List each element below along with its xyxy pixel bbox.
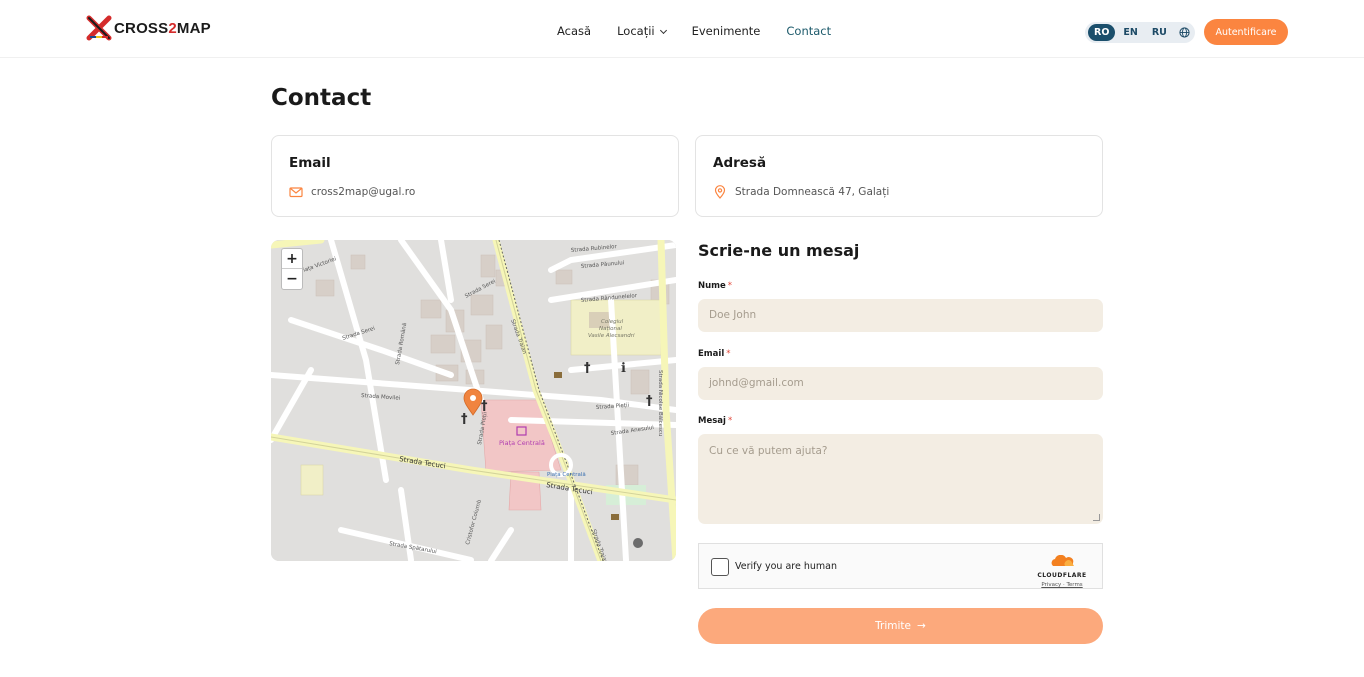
site-header: CROSS2MAP Acasă Locații Evenimente Conta… xyxy=(0,0,1364,58)
arrow-right-icon: → xyxy=(917,620,926,632)
form-title: Scrie-ne un mesaj xyxy=(698,241,860,260)
logo-text: CROSS2MAP xyxy=(114,19,211,37)
svg-text:ℹ: ℹ xyxy=(621,361,626,376)
address-row: Strada Domnească 47, Galați xyxy=(713,185,889,199)
main-nav: Acasă Locații Evenimente Contact xyxy=(557,24,857,38)
nav-contact[interactable]: Contact xyxy=(786,24,831,38)
cloudflare-logo: CLOUDFLARE Privacy · Terms xyxy=(1034,552,1090,588)
captcha-links[interactable]: Privacy · Terms xyxy=(1034,582,1090,588)
mail-icon xyxy=(289,187,303,198)
map-zoom-controls: + − xyxy=(281,248,303,290)
message-textarea[interactable]: Cu ce vă putem ajuta? xyxy=(698,434,1103,524)
svg-text:†: † xyxy=(584,361,591,376)
zoom-in-button[interactable]: + xyxy=(282,249,302,269)
email-input[interactable]: johnd@gmail.com xyxy=(698,367,1103,400)
resize-handle-icon[interactable] xyxy=(1093,514,1100,521)
globe-icon[interactable] xyxy=(1179,27,1190,38)
captcha-widget: Verify you are human CLOUDFLARE Privacy … xyxy=(698,543,1103,589)
captcha-checkbox[interactable] xyxy=(711,558,729,576)
name-label: Nume * xyxy=(698,281,733,291)
message-placeholder: Cu ce vă putem ajuta? xyxy=(709,445,828,457)
location-pin-icon xyxy=(714,185,726,199)
lang-en[interactable]: EN xyxy=(1117,24,1143,41)
email-label: Email * xyxy=(698,349,731,359)
svg-text:Național: Național xyxy=(599,326,622,332)
address-value: Strada Domnească 47, Galați xyxy=(735,186,890,198)
svg-text:Strada Nicolae Bălcescu: Strada Nicolae Bălcescu xyxy=(657,370,663,436)
cloud-icon xyxy=(1051,554,1074,566)
lang-ro[interactable]: RO xyxy=(1088,24,1116,41)
submit-button[interactable]: Trimite → xyxy=(698,608,1103,644)
language-switcher: RO EN RU xyxy=(1085,22,1195,43)
zoom-out-button[interactable]: − xyxy=(282,269,302,289)
location-map[interactable]: † ℹ † † † Piața Victoriei Strada Rubinelor … xyxy=(271,240,676,561)
cloudflare-wordmark: CLOUDFLARE xyxy=(1037,572,1087,579)
svg-text:Colegiul: Colegiul xyxy=(601,319,624,325)
logo-cross-icon xyxy=(86,15,112,41)
address-card: Adresă Strada Domnească 47, Galați xyxy=(695,135,1103,217)
svg-text:†: † xyxy=(646,394,653,409)
svg-text:Vasile Alecsandri: Vasile Alecsandri xyxy=(588,333,635,339)
logo[interactable]: CROSS2MAP xyxy=(86,15,211,41)
nav-events[interactable]: Evenimente xyxy=(692,24,761,38)
name-input[interactable]: Doe John xyxy=(698,299,1103,332)
email-card: Email cross2map@ugal.ro xyxy=(271,135,679,217)
svg-text:Piața Centrală: Piața Centrală xyxy=(547,472,586,478)
address-card-title: Adresă xyxy=(713,155,767,171)
svg-text:†: † xyxy=(461,412,468,427)
nav-home[interactable]: Acasă xyxy=(557,24,591,38)
email-card-title: Email xyxy=(289,155,331,171)
login-button[interactable]: Autentificare xyxy=(1204,19,1288,45)
email-value[interactable]: cross2map@ugal.ro xyxy=(311,186,415,198)
submit-label: Trimite xyxy=(875,620,911,632)
lang-ru[interactable]: RU xyxy=(1146,24,1173,41)
message-label: Mesaj * xyxy=(698,416,733,426)
captcha-text: Verify you are human xyxy=(735,561,837,572)
svg-text:Piața Centrală: Piața Centrală xyxy=(499,439,545,448)
map-canvas[interactable]: † ℹ† †† Piața Victoriei Strada Rubinelor … xyxy=(271,240,676,561)
page-title: Contact xyxy=(271,85,372,111)
email-row: cross2map@ugal.ro xyxy=(289,185,415,199)
chevron-down-icon xyxy=(659,26,667,35)
nav-locations[interactable]: Locații xyxy=(617,24,667,38)
